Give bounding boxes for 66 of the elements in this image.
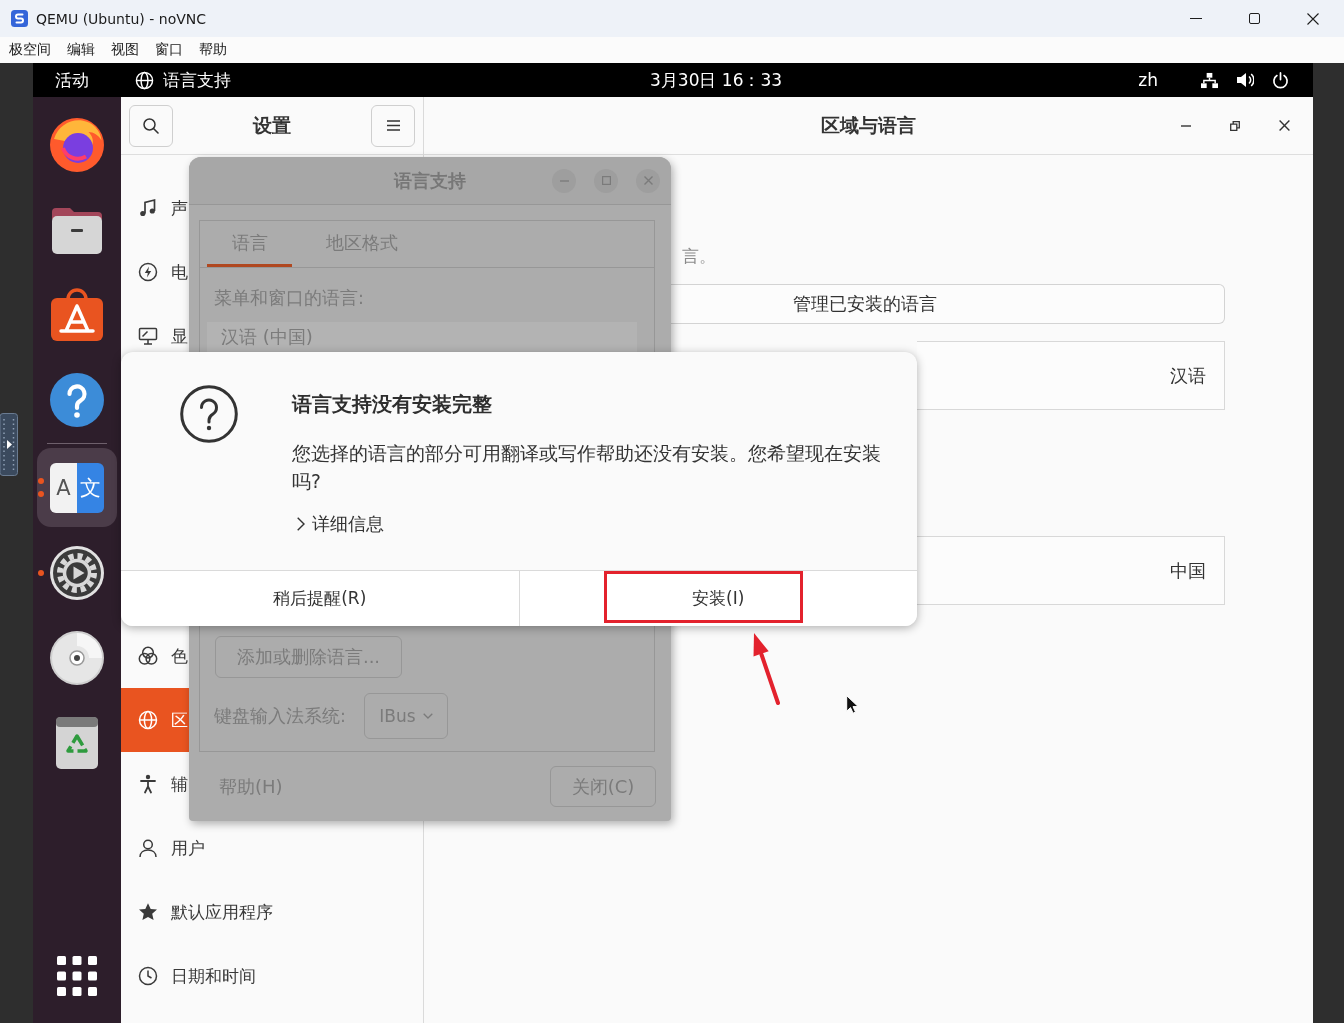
monitor-icon — [138, 326, 158, 346]
power-icon[interactable] — [1272, 71, 1289, 89]
sidebar-item[interactable]: 色 — [121, 624, 189, 688]
sidebar-item[interactable]: 默认应用程序 — [121, 880, 423, 944]
sidebar-item[interactable]: 辅 — [121, 752, 189, 816]
panel-handle[interactable] — [0, 413, 18, 476]
star-icon — [138, 902, 158, 922]
close-icon[interactable] — [1307, 12, 1319, 25]
dialog-button[interactable]: 安装(I) — [518, 571, 917, 626]
menu-item[interactable]: 编辑 — [67, 41, 95, 59]
close-icon[interactable] — [1279, 120, 1290, 131]
shopping-bag-icon[interactable] — [49, 286, 105, 343]
menu-item[interactable]: 极空间 — [9, 41, 51, 59]
app-menu[interactable]: 语言支持 — [135, 68, 231, 92]
question-icon — [180, 385, 238, 443]
disc-icon[interactable] — [49, 629, 105, 686]
description-text: 言。 — [682, 246, 716, 266]
menu-item[interactable]: 窗口 — [155, 41, 183, 59]
search-button[interactable] — [129, 104, 173, 147]
network-icon[interactable] — [1200, 71, 1219, 89]
music-note-icon — [138, 198, 158, 218]
grid-icon[interactable] — [57, 955, 97, 996]
restore-icon[interactable] — [1230, 120, 1240, 131]
panel-title: 区域与语言 — [821, 112, 916, 138]
sidebar-item[interactable]: 声 — [121, 176, 189, 240]
sidebar-item[interactable]: 区 — [121, 688, 189, 752]
browser-icon[interactable] — [49, 116, 105, 173]
gear-icon[interactable] — [49, 544, 105, 601]
mouse-pointer-icon — [846, 695, 858, 714]
menu-icon — [386, 120, 400, 131]
menu-item[interactable]: 帮助 — [199, 41, 227, 59]
clock-button[interactable]: 3月30日 16：33 — [650, 68, 783, 92]
maximize-icon — [601, 176, 611, 185]
search-icon — [143, 117, 159, 134]
menu-item[interactable]: 视图 — [111, 41, 139, 59]
settings-row[interactable]: 汉语 — [917, 341, 1225, 410]
alert-title: 语言支持没有安装完整 — [292, 391, 493, 418]
activities-button[interactable]: 活动 — [55, 68, 89, 92]
globe-icon — [138, 710, 158, 730]
sidebar-item[interactable]: 用户 — [121, 816, 423, 880]
sidebar-item[interactable]: 电 — [121, 240, 189, 304]
window-title: QEMU (Ubuntu) - noVNC — [36, 10, 207, 27]
selected-dock-item[interactable]: A 文 — [37, 448, 117, 527]
accessibility-icon — [138, 774, 158, 794]
dialog-button[interactable]: 稍后提醒(R) — [121, 571, 519, 626]
alert-message: 您选择的语言的部分可用翻译或写作帮助还没有安装。您希望现在安装吗? — [292, 442, 882, 494]
app-logo-icon — [11, 10, 28, 27]
menu-button[interactable] — [371, 104, 415, 147]
input-source-indicator[interactable]: zh — [1138, 70, 1158, 90]
sidebar-item[interactable]: 日期和时间 — [121, 944, 423, 1008]
manage-languages-button[interactable]: 管理已安装的语言 — [671, 284, 1225, 324]
user-icon — [138, 838, 158, 858]
globe-icon — [135, 70, 154, 90]
minimize-icon[interactable] — [1181, 124, 1191, 127]
sidebar-title: 设置 — [253, 112, 291, 138]
help-icon[interactable] — [49, 371, 105, 428]
chevron-down-icon — [422, 713, 433, 719]
power-icon — [138, 262, 158, 282]
circles-icon — [138, 646, 158, 666]
close-icon — [643, 176, 653, 185]
sidebar-item[interactable]: 显 — [121, 304, 189, 368]
settings-row[interactable]: 中国 — [917, 536, 1225, 605]
maximize-icon[interactable] — [1249, 13, 1260, 24]
details-expander[interactable]: 详细信息 — [297, 510, 384, 538]
volume-icon[interactable] — [1236, 71, 1254, 89]
clock-icon — [138, 966, 158, 986]
